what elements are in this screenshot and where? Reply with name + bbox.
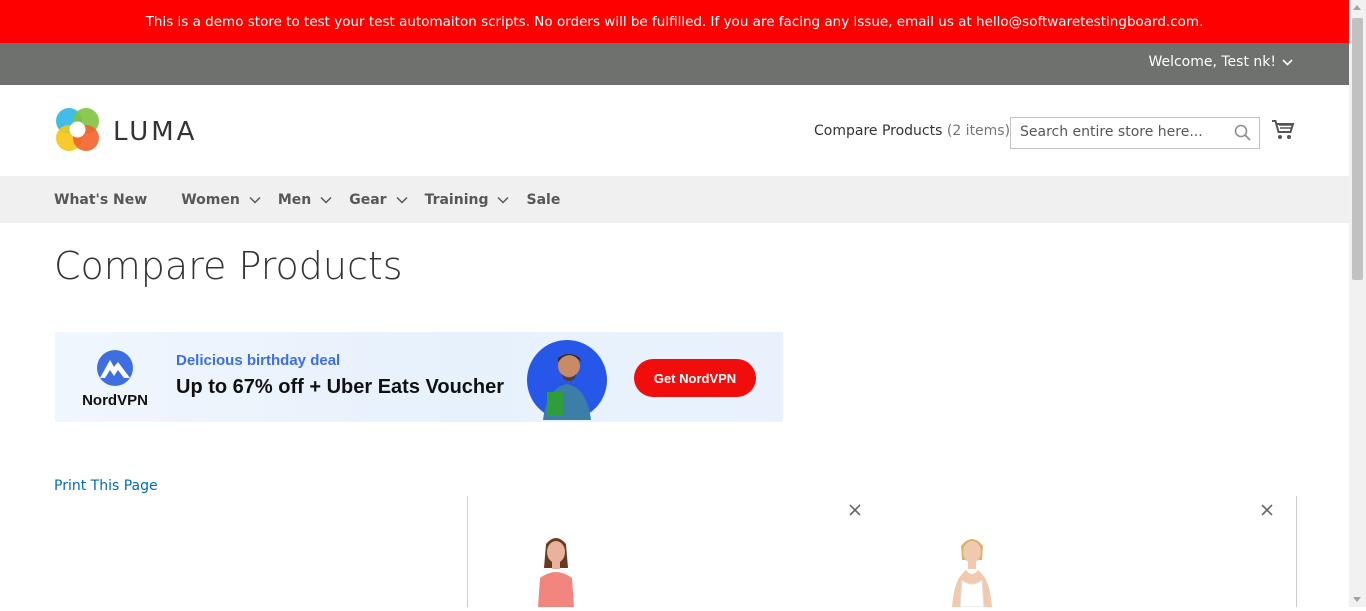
cart-icon[interactable] [1271,119,1295,145]
search-icon[interactable] [1234,124,1251,145]
chevron-down-icon [320,192,332,208]
logo-text: LUMA [113,116,198,147]
nav-item-label: Training [424,191,489,208]
search-box [1010,117,1260,149]
nordvpn-logo-icon [90,350,140,390]
nav-item-sale[interactable]: Sale [526,192,560,208]
close-icon[interactable] [848,502,862,516]
ad-brand: NordVPN [77,346,153,409]
compare-products-label: Compare Products [814,123,943,139]
nav-item-label: Men [277,191,312,208]
main-navigation: What's New Women Men Gear Training Sale [0,176,1349,223]
chevron-down-icon [396,192,408,208]
nav-item-whats-new[interactable]: What's New [54,192,147,208]
demo-notice-bar: This is a demo store to test your test a… [0,0,1349,43]
comparison-table [467,496,1297,608]
nordvpn-ad-banner[interactable]: NordVPN Delicious birthday deal Up to 67… [55,332,783,422]
scroll-down-arrow-icon[interactable] [1353,597,1361,602]
print-page-link[interactable]: Print This Page [54,478,158,494]
nav-item-men[interactable]: Men [278,192,332,208]
nav-item-training[interactable]: Training [425,192,510,208]
chevron-down-icon [1282,54,1293,70]
ad-headline: Up to 67% off + Uber Eats Voucher [176,376,505,398]
nav-item-label: Women [181,191,240,208]
nav-item-women[interactable]: Women [181,192,261,208]
scroll-up-arrow-icon[interactable] [1353,5,1361,10]
customer-welcome-menu[interactable]: Welcome, Test nk! [1148,54,1293,70]
nav-item-label: Gear [349,191,387,208]
ad-person-image [525,336,609,422]
chevron-down-icon [249,192,261,208]
welcome-text: Welcome, Test nk! [1148,54,1276,70]
header-panel: Welcome, Test nk! [0,43,1349,85]
luma-logo-icon [55,107,100,156]
demo-notice-text: This is a demo store to test your test a… [145,13,1204,30]
nav-item-gear[interactable]: Gear [349,191,408,208]
product-image[interactable] [936,534,1008,611]
compare-products-link[interactable]: Compare Products (2 items) [814,123,1010,139]
chevron-down-icon [497,192,510,208]
close-icon[interactable] [1260,502,1274,516]
ad-subheading: Delicious birthday deal [176,352,341,369]
page-title: Compare Products [54,244,403,288]
ad-brand-text: NordVPN [82,392,148,409]
product-image[interactable] [520,534,592,611]
site-header: LUMA Compare Products (2 items) [0,85,1349,176]
nav-item-label: Sale [526,191,561,208]
logo-link[interactable]: LUMA [55,107,197,156]
search-input[interactable] [1011,118,1230,146]
nav-item-label: What's New [54,191,148,208]
get-nordvpn-button[interactable]: Get NordVPN [634,359,756,397]
scrollbar-thumb[interactable] [1352,18,1363,280]
compare-products-count: (2 items) [946,123,1011,139]
page-scrollbar[interactable] [1349,0,1366,607]
